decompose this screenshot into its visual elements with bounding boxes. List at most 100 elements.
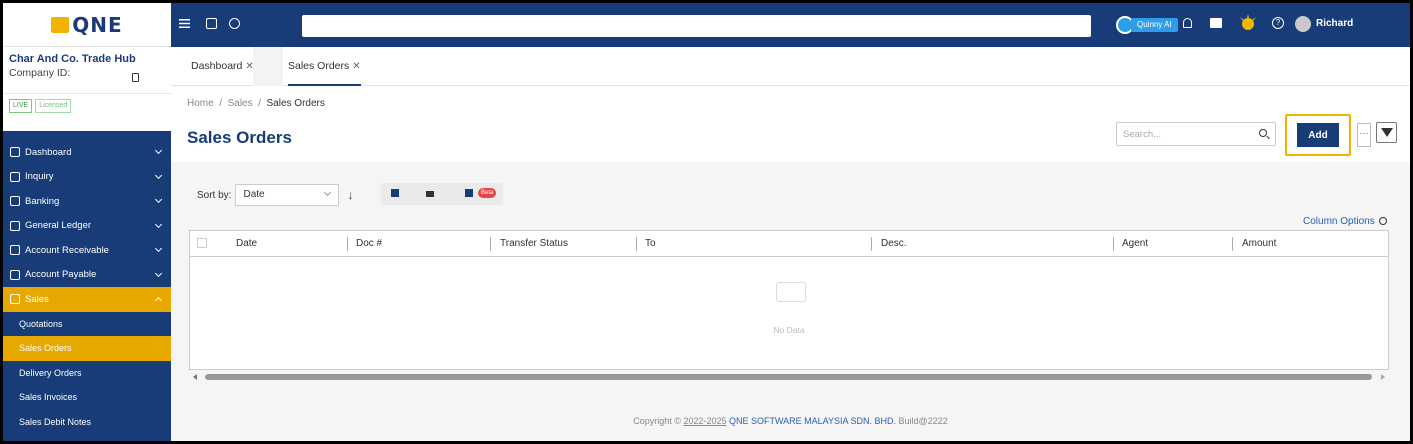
tab-shade [253,47,283,89]
chevron-down-icon [154,146,163,155]
sidebar-subitem-quotations[interactable]: Quotations [3,312,171,337]
card-view-icon[interactable] [465,189,473,197]
tab-label: Sales Orders [288,60,350,72]
sidebar-item-sales[interactable]: Sales [3,287,171,312]
copyright-text: Copyright © [633,416,681,426]
sidebar-subitem-sales-invoices[interactable]: Sales Invoices [3,385,171,410]
menu-icon[interactable] [179,18,190,29]
sort-label: Sort by: [197,189,232,201]
sidebar-item-label: Sales [25,293,49,305]
sidebar-item-account-payable[interactable]: Account Payable [3,263,171,288]
column-header-desc[interactable]: Desc. [881,231,907,257]
column-header-to[interactable]: To [645,231,656,257]
chevron-down-icon [154,195,163,204]
sidebar-subitem-sales-orders[interactable]: Sales Orders [3,336,171,361]
search-input[interactable] [1117,123,1247,145]
license-badges: LIVE Licensed [3,93,171,131]
avatar[interactable] [1295,16,1311,32]
add-button[interactable]: Add [1297,123,1339,147]
search-icon[interactable] [1259,129,1267,137]
print-icon[interactable] [206,18,217,29]
store-icon[interactable] [1210,18,1222,28]
breadcrumb-separator: / [219,98,223,109]
bell-icon[interactable] [1183,18,1192,28]
more-options-button[interactable]: ··· [1357,123,1371,147]
chevron-down-icon [154,269,163,277]
sidebar: QNE Char And Co. Trade Hub Company ID: L… [3,3,171,441]
company-id-label: Company ID: [9,67,71,79]
receivable-icon [10,245,20,256]
company-link[interactable]: QNE SOFTWARE MALAYSIA SDN. BHD. [729,416,896,426]
gear-icon [1378,217,1387,225]
filter-icon[interactable] [1376,122,1397,143]
play-icon[interactable] [229,18,240,29]
company-info: Char And Co. Trade Hub Company ID: [3,47,171,93]
sidebar-item-dashboard[interactable]: Dashboard [3,140,171,165]
column-divider[interactable] [347,237,348,251]
view-mode-toggle: Beta [381,183,503,205]
sidebar-subitem-sales-debit-notes[interactable]: Sales Debit Notes [3,410,171,435]
breadcrumb-home[interactable]: Home [187,98,214,109]
sidebar-subitem-delivery-orders[interactable]: Delivery Orders [3,361,171,386]
help-icon[interactable]: ? [1272,17,1284,29]
column-header-doc[interactable]: Doc # [356,231,382,257]
quinny-label: Quinny AI [1131,18,1178,32]
qne-logo[interactable]: QNE [51,13,122,37]
sidebar-item-label: Account Receivable [25,244,109,256]
empty-inbox-icon [776,282,806,302]
column-header-date[interactable]: Date [236,231,257,257]
top-header: Quinny AI ? Richard [171,3,1410,47]
tab-sales-orders[interactable]: Sales Orders ✕ [288,47,361,86]
select-all-checkbox[interactable] [197,238,207,248]
column-options-label: Column Options [1303,216,1375,227]
scroll-right-icon[interactable] [1381,374,1385,380]
sidebar-item-label: Dashboard [25,146,72,158]
column-header-agent[interactable]: Agent [1122,231,1148,257]
ledger-icon [10,220,20,231]
scrollbar-thumb[interactable] [205,374,1372,380]
column-divider[interactable] [490,237,491,251]
column-divider[interactable] [871,237,872,251]
logo-area: QNE [3,3,171,47]
chevron-down-icon [154,220,163,228]
column-options-link[interactable]: Column Options [1303,216,1387,227]
sort-select[interactable]: Date [235,184,340,206]
sidebar-item-label: Banking [25,195,60,207]
column-header-transfer-status[interactable]: Transfer Status [500,231,568,257]
tab-bar: Dashboard ✕ Sales Orders ✕ [171,47,1410,89]
breadcrumb-sales[interactable]: Sales [228,98,253,109]
column-divider[interactable] [1232,237,1233,251]
sort-value: Date [243,189,265,200]
close-icon[interactable]: ✕ [352,61,360,72]
payable-icon [10,269,20,280]
quinny-ai-button[interactable]: Quinny AI [1116,16,1178,34]
horizontal-scrollbar[interactable] [189,372,1389,382]
sidebar-item-account-receivable[interactable]: Account Receivable [3,238,171,263]
global-search-bar[interactable] [302,15,1091,37]
close-icon[interactable]: ✕ [245,61,253,72]
chevron-up-icon [154,296,163,305]
copy-icon[interactable] [132,73,139,82]
search-box [1116,122,1276,146]
logo-mark-icon [51,16,70,33]
user-name[interactable]: Richard [1316,18,1353,29]
sidebar-item-inquiry[interactable]: Inquiry [3,165,171,190]
company-name: Char And Co. Trade Hub [9,53,136,65]
sort-direction-icon[interactable]: ↓ [347,188,353,202]
scroll-left-icon[interactable] [193,374,197,380]
mascot-icon[interactable] [1238,13,1258,33]
bank-icon [10,196,20,207]
grid-view-icon[interactable] [391,189,399,197]
column-divider[interactable] [636,237,637,251]
sidebar-item-banking[interactable]: Banking [3,189,171,214]
tab-dashboard[interactable]: Dashboard ✕ [191,47,254,86]
beta-badge: Beta [478,188,497,198]
sales-orders-table: Date Doc # Transfer Status To Desc. Agen… [189,230,1389,370]
column-divider[interactable] [1113,237,1114,251]
page-title: Sales Orders [187,128,292,147]
chevron-down-icon [154,244,163,253]
sort-controls: Sort by: Date ↓ [197,184,353,206]
sidebar-item-general-ledger[interactable]: General Ledger [3,214,171,239]
column-header-amount[interactable]: Amount [1242,231,1276,257]
list-view-icon[interactable] [426,191,434,197]
